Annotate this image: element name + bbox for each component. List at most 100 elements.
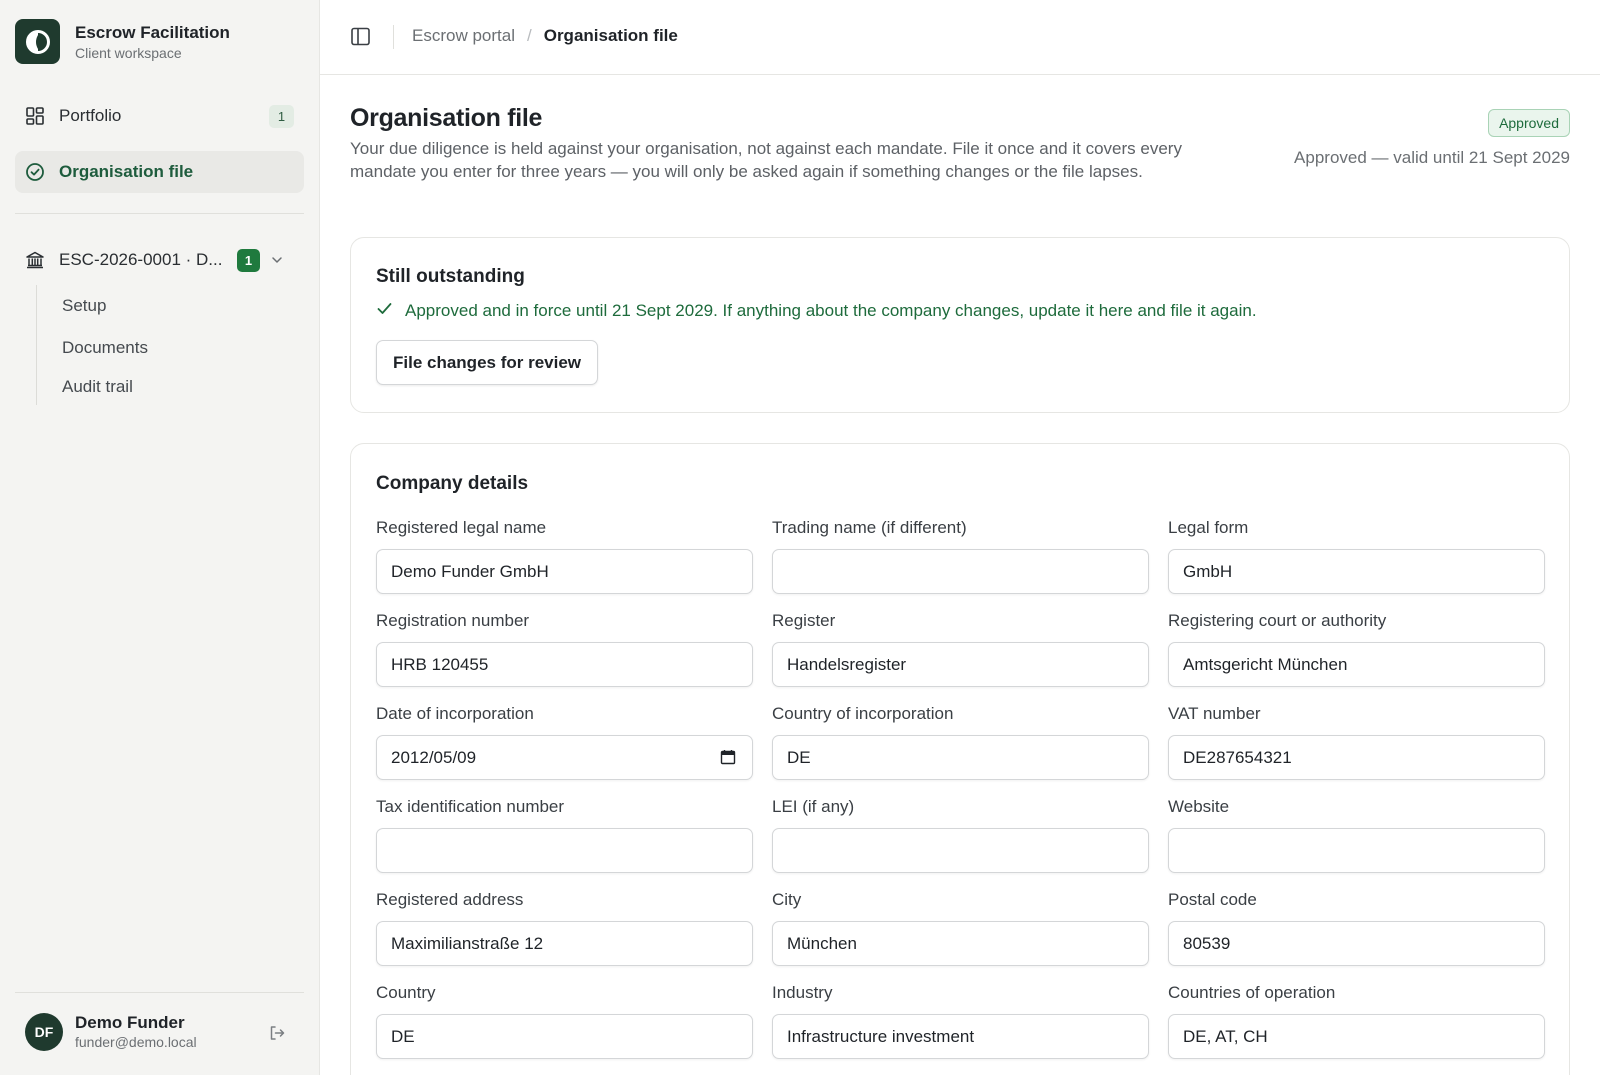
field-label: Register [772, 611, 836, 630]
sidebar-mandate-toggle[interactable]: ESC-2026-0001 · D... 1 [15, 239, 304, 281]
breadcrumb: Escrow portal / Organisation file [412, 26, 678, 46]
outstanding-card: Still outstanding Approved and in force … [350, 237, 1570, 413]
country-of-incorporation-input[interactable] [787, 747, 1134, 768]
status-note: Approved — valid until 21 Sept 2029 [1294, 148, 1570, 167]
breadcrumb-current: Organisation file [543, 26, 678, 45]
field-postal-code: Postal code [1168, 890, 1545, 966]
approval-message: Approved and in force until 21 Sept 2029… [376, 300, 1257, 322]
field-label: Trading name (if different) [772, 518, 967, 537]
company-details-card: Company details Registered legal name Tr… [350, 443, 1570, 1075]
registered-legal-name-input[interactable] [391, 561, 738, 582]
registered-address-input[interactable] [391, 933, 738, 954]
field-label: Registering court or authority [1168, 611, 1387, 630]
check-icon [376, 300, 393, 322]
mandate-count-badge: 1 [237, 248, 260, 272]
field-city: City [772, 890, 1149, 966]
page-title: Organisation file [350, 104, 543, 132]
subnav-item-setup[interactable]: Setup [62, 296, 106, 316]
user-profile: DF Demo Funder funder@demo.local [25, 1013, 197, 1051]
avatar: DF [25, 1013, 63, 1051]
sidebar-divider [15, 992, 304, 993]
check-circle-icon [25, 162, 45, 182]
field-registered-legal-name: Registered legal name [376, 518, 753, 594]
field-label: Date of incorporation [376, 704, 534, 723]
registration-number-input[interactable] [391, 654, 738, 675]
calendar-icon[interactable] [720, 749, 736, 765]
breadcrumb-escrow-portal[interactable]: Escrow portal [412, 26, 515, 46]
field-date-of-incorporation: Date of incorporation [376, 704, 753, 780]
industry-input[interactable] [787, 1026, 1134, 1047]
date-of-incorporation-input[interactable] [391, 747, 738, 768]
sidebar-item-label: Portfolio [59, 106, 122, 125]
field-label: Registered address [376, 890, 524, 909]
status-badge: Approved [1488, 109, 1570, 137]
tax-id-input[interactable] [391, 840, 738, 861]
field-website: Website [1168, 797, 1545, 873]
field-tax-id: Tax identification number [376, 797, 753, 873]
portfolio-count-badge: 1 [269, 105, 294, 128]
field-label: Registered legal name [376, 518, 547, 537]
grid-icon [25, 106, 45, 126]
page-description: Your due diligence is held against your … [350, 139, 1182, 181]
registering-court-input[interactable] [1183, 654, 1530, 675]
field-trading-name: Trading name (if different) [772, 518, 1149, 594]
field-lei: LEI (if any) [772, 797, 1149, 873]
trading-name-input[interactable] [787, 561, 1134, 582]
file-changes-button[interactable]: File changes for review [376, 340, 599, 385]
field-registered-address: Registered address [376, 890, 753, 966]
vat-number-input[interactable] [1183, 747, 1530, 768]
sidebar-item-label: Organisation file [59, 162, 194, 181]
country-input[interactable] [391, 1026, 738, 1047]
subnav-item-audit-trail[interactable]: Audit trail [62, 377, 133, 397]
user-email: funder@demo.local [75, 1034, 197, 1050]
top-bar: Escrow portal / Organisation file [320, 0, 1600, 75]
countries-of-operation-input[interactable] [1183, 1026, 1530, 1047]
sidebar: Escrow Facilitation Client workspace Por… [0, 0, 320, 1075]
sidebar-toggle-icon[interactable] [350, 26, 371, 47]
topbar-divider [393, 25, 394, 49]
field-legal-form: Legal form [1168, 518, 1545, 594]
field-register: Register [772, 611, 1149, 687]
user-name: Demo Funder [75, 1013, 185, 1032]
city-input[interactable] [787, 933, 1134, 954]
logout-icon[interactable] [268, 1024, 286, 1042]
lei-input[interactable] [787, 840, 1134, 861]
mandate-label: ESC-2026-0001 · D... [59, 250, 223, 269]
field-label: LEI (if any) [772, 797, 855, 816]
register-input[interactable] [787, 654, 1134, 675]
field-label: Tax identification number [376, 797, 565, 816]
brand-name: Escrow Facilitation [75, 22, 230, 42]
subnav-item-documents[interactable]: Documents [62, 338, 148, 358]
field-country-of-incorporation: Country of incorporation [772, 704, 1149, 780]
field-label: Website [1168, 797, 1230, 816]
sidebar-item-portfolio[interactable]: Portfolio 1 [15, 95, 304, 137]
field-registering-court: Registering court or authority [1168, 611, 1545, 687]
brand-subtitle: Client workspace [75, 44, 182, 61]
brand-logo-icon [15, 19, 60, 64]
legal-form-input[interactable] [1183, 561, 1530, 582]
brand: Escrow Facilitation Client workspace [15, 19, 230, 64]
chevron-down-icon[interactable] [270, 253, 284, 267]
field-industry: Industry [772, 983, 1149, 1059]
sidebar-divider [15, 213, 304, 214]
website-input[interactable] [1183, 840, 1530, 861]
company-details-title: Company details [376, 473, 529, 494]
field-label: Registration number [376, 611, 530, 630]
breadcrumb-separator: / [526, 26, 532, 45]
field-country: Country [376, 983, 753, 1059]
field-label: Postal code [1168, 890, 1257, 909]
field-label: VAT number [1168, 704, 1261, 723]
postal-code-input[interactable] [1183, 933, 1530, 954]
field-label: Countries of operation [1168, 983, 1336, 1002]
approval-message-text: Approved and in force until 21 Sept 2029… [405, 301, 1257, 320]
field-vat-number: VAT number [1168, 704, 1545, 780]
field-countries-of-operation: Countries of operation [1168, 983, 1545, 1059]
sidebar-item-organisation-file[interactable]: Organisation file [15, 151, 304, 193]
field-label: Legal form [1168, 518, 1249, 537]
outstanding-title: Still outstanding [376, 266, 525, 287]
field-label: Country [376, 983, 436, 1002]
bank-icon [25, 250, 45, 270]
field-registration-number: Registration number [376, 611, 753, 687]
field-label: Industry [772, 983, 833, 1002]
mandate-subnav: Setup Documents Audit trail [36, 285, 276, 405]
